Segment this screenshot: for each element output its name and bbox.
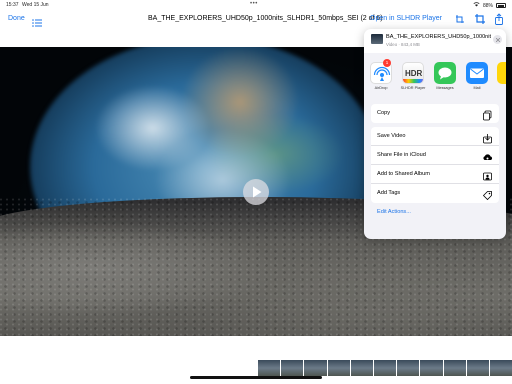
share-apps-row: 1 AirDrop HDR SLHDR Player Messages Mail (364, 57, 506, 97)
filmstrip-thumb[interactable] (466, 360, 489, 376)
battery-icon (496, 3, 506, 8)
file-thumbnail (371, 34, 383, 44)
hdr-app-icon: HDR (402, 62, 424, 84)
share-sheet: BA_THE_EXPLORERS_UHD50p_1000nits_SLHDR1_… (364, 29, 506, 239)
save-icon (482, 131, 493, 144)
mail-icon (466, 62, 488, 84)
notification-badge: 1 (383, 59, 391, 67)
list-icon[interactable] (32, 14, 42, 27)
shared-album-icon (482, 169, 493, 181)
filmstrip-thumb[interactable] (258, 360, 281, 376)
toolbar: Done BA_THE_EXPLORERS_UHD50p_1000nits_SL… (0, 9, 512, 29)
action-label: Add to Shared Album (377, 171, 430, 177)
action-group-main: Save Video Share File in iCloud Add to S… (371, 127, 499, 203)
tag-icon (482, 188, 493, 201)
action-add-shared-album[interactable]: Add to Shared Album (371, 165, 499, 184)
share-app-mail[interactable]: Mail (463, 62, 491, 90)
action-save-video[interactable]: Save Video (371, 127, 499, 146)
filmstrip-thumb[interactable] (397, 360, 420, 376)
open-in-slhdr-player-button[interactable]: Open in SLHDR Player (370, 15, 442, 22)
filmstrip-thumb[interactable] (281, 360, 304, 376)
share-icon[interactable] (493, 12, 505, 25)
status-time: 15:37 (6, 2, 19, 8)
action-label: Copy (377, 110, 391, 116)
filmstrip-thumb[interactable] (489, 360, 512, 376)
hdr-app-icon-text: HDR (405, 69, 423, 78)
action-copy[interactable]: Copy (371, 104, 499, 123)
share-app-label: Mail (473, 86, 481, 90)
file-meta: Video · 843,4 MB (386, 42, 420, 47)
action-label: Save Video (377, 133, 406, 139)
share-sheet-header: BA_THE_EXPLORERS_UHD50p_1000nits_SLHDR1_… (364, 29, 506, 53)
icloud-share-icon (482, 150, 493, 161)
multitasking-dots-icon[interactable]: ••• (250, 1, 258, 7)
filmstrip-thumb[interactable] (420, 360, 443, 376)
status-date: Wed 15 Jun (22, 2, 49, 8)
filmstrip-thumb[interactable] (350, 360, 373, 376)
crop-rotate-icon[interactable] (454, 12, 466, 24)
close-icon[interactable] (493, 35, 502, 44)
filmstrip-thumb[interactable] (304, 360, 327, 376)
action-group-copy: Copy (371, 104, 499, 123)
edit-actions-link[interactable]: Edit Actions... (377, 209, 411, 215)
home-indicator[interactable] (190, 376, 322, 379)
share-app-airdrop[interactable]: 1 AirDrop (367, 59, 395, 90)
hdr-color-strip (403, 79, 423, 83)
battery-percentage: 88% (482, 2, 493, 9)
share-app-partial[interactable] (497, 62, 506, 84)
crop-icon[interactable] (474, 12, 486, 24)
share-app-slhdr-player[interactable]: HDR SLHDR Player (399, 62, 427, 90)
page-title: BA_THE_EXPLORERS_UHD50p_1000nits_SLHDR1_… (148, 15, 383, 22)
action-add-tags[interactable]: Add Tags (371, 184, 499, 203)
filmstrip-thumb[interactable] (373, 360, 397, 376)
action-share-file-icloud[interactable]: Share File in iCloud (371, 146, 499, 165)
share-app-label: SLHDR Player (400, 86, 426, 90)
action-label: Add Tags (377, 190, 401, 196)
copy-icon (482, 108, 493, 121)
status-bar: 15:37 Wed 15 Jun ••• 88% (0, 0, 512, 9)
done-button[interactable]: Done (8, 15, 25, 22)
messages-icon (434, 62, 456, 84)
filmstrip-thumb[interactable] (327, 360, 350, 376)
filmstrip-thumb[interactable] (443, 360, 466, 376)
thumbnail-filmstrip[interactable] (258, 360, 512, 376)
status-right: 88% (473, 2, 506, 9)
share-app-messages[interactable]: Messages (431, 62, 459, 90)
action-label: Share File in iCloud (377, 152, 426, 158)
play-button[interactable] (243, 179, 269, 205)
share-app-label: AirDrop (374, 86, 388, 90)
share-app-label: Messages (436, 86, 454, 90)
file-name: BA_THE_EXPLORERS_UHD50p_1000nits_SLHDR1_… (386, 34, 491, 40)
wifi-icon (473, 2, 480, 9)
